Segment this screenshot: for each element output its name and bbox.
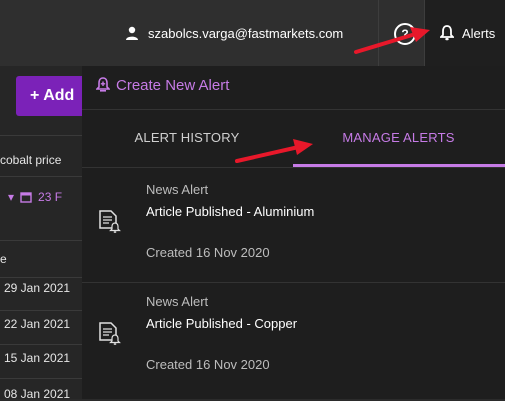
tab-manage-alerts[interactable]: MANAGE ALERTS <box>292 110 505 165</box>
document-bell-icon <box>99 210 121 233</box>
create-new-alert-button[interactable]: Create New Alert <box>96 75 229 95</box>
list-item-date[interactable]: 22 Jan 2021 <box>4 317 70 331</box>
date-filter[interactable]: ▾ 23 F <box>8 190 62 204</box>
alerts-dropdown-panel: Create New Alert ALERT HISTORY MANAGE AL… <box>82 66 505 399</box>
divider <box>0 344 82 345</box>
alert-list-item[interactable]: News Alert Article Published - Aluminium… <box>82 170 505 280</box>
divider <box>82 167 505 168</box>
red-arrow-annotation <box>235 139 313 163</box>
add-label: + Add <box>30 87 75 104</box>
divider <box>0 378 82 379</box>
alerts-button[interactable]: Alerts <box>425 0 505 66</box>
tab-label: MANAGE ALERTS <box>342 130 455 145</box>
column-header: e <box>0 252 7 266</box>
divider <box>0 277 82 278</box>
user-icon <box>126 26 138 40</box>
bell-plus-icon <box>96 77 110 92</box>
chevron-down-icon: ▾ <box>8 190 15 204</box>
divider <box>0 240 82 241</box>
alert-title: Article Published - Copper <box>146 316 298 331</box>
search-text: cobalt price <box>0 153 62 167</box>
alert-type: News Alert <box>146 182 209 197</box>
bell-icon <box>440 25 454 41</box>
list-item-date[interactable]: 29 Jan 2021 <box>4 281 70 295</box>
calendar-icon <box>20 192 32 203</box>
create-alert-label: Create New Alert <box>116 76 230 94</box>
date-filter-label: 23 F <box>38 190 63 204</box>
divider <box>0 135 82 136</box>
user-email: szabolcs.varga@fastmarkets.com <box>148 25 344 41</box>
alert-created-date: Created 16 Nov 2020 <box>146 245 270 260</box>
alert-list-item[interactable]: News Alert Article Published - Copper Cr… <box>82 282 505 392</box>
divider <box>0 310 82 311</box>
red-arrow-annotation <box>354 27 430 54</box>
list-item-date[interactable]: 15 Jan 2021 <box>4 351 70 365</box>
alerts-label: Alerts <box>462 25 496 41</box>
tab-label: ALERT HISTORY <box>134 130 240 145</box>
alert-title: Article Published - Aluminium <box>146 204 315 219</box>
user-menu[interactable]: szabolcs.varga@fastmarkets.com <box>124 22 343 44</box>
alert-type: News Alert <box>146 294 209 309</box>
alert-created-date: Created 16 Nov 2020 <box>146 357 270 372</box>
document-bell-icon <box>99 322 121 345</box>
divider <box>0 176 82 177</box>
